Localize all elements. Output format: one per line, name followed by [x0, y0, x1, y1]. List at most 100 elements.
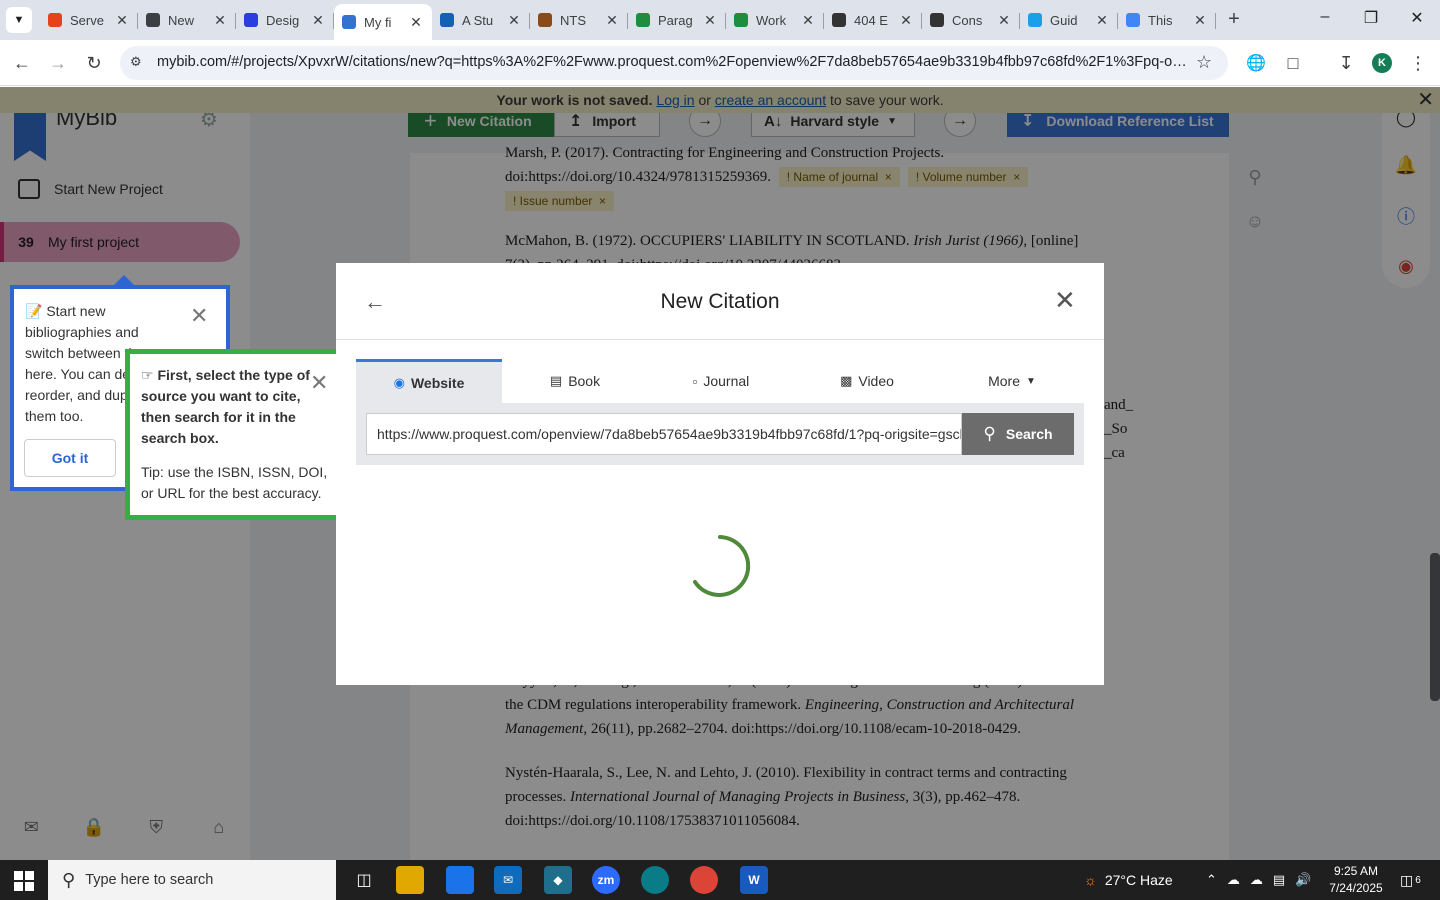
ring-icon: [930, 13, 944, 27]
taskbar-search[interactable]: ⚲ Type here to search: [48, 860, 336, 900]
close-tab-icon[interactable]: ✕: [212, 12, 228, 29]
tab-journal[interactable]: ▫ Journal: [648, 359, 794, 403]
book-icon: ▤: [549, 373, 563, 388]
search-input[interactable]: https://www.proquest.com/openview/7da8be…: [366, 413, 962, 455]
loading-spinner: [693, 535, 751, 597]
profile-avatar[interactable]: K: [1372, 53, 1392, 73]
close-tab-icon[interactable]: ✕: [114, 12, 130, 29]
search-button[interactable]: ⚲ Search: [962, 413, 1074, 455]
weather-widget[interactable]: ☼ 27°C Haze: [1084, 860, 1173, 900]
task-view-icon[interactable]: ◫: [350, 866, 378, 894]
file-explorer-icon[interactable]: [396, 866, 424, 894]
tab-title: My fi: [364, 14, 392, 30]
browser-tab[interactable]: Guid ✕: [1020, 4, 1118, 36]
taskbar-search-placeholder: Type here to search: [85, 872, 214, 888]
circle-arrow-icon: [1028, 13, 1042, 27]
mail-app-icon[interactable]: ✉: [494, 866, 522, 894]
close-tab-icon[interactable]: ✕: [800, 12, 816, 29]
system-tray[interactable]: ⌃ ☁ ☁ ▤ 🔊: [1206, 860, 1311, 900]
browser-tab[interactable]: 404 E ✕: [824, 4, 922, 36]
close-tab-icon[interactable]: ✕: [604, 12, 620, 29]
pointing-hand-icon: ☞: [141, 367, 154, 383]
browser-tab[interactable]: A Stu ✕: [432, 4, 530, 36]
url-text[interactable]: mybib.com/#/projects/XpvxrW/citations/ne…: [157, 54, 1187, 70]
tab-website[interactable]: ◉ Website: [356, 359, 502, 403]
browser-tab[interactable]: NTS ✕: [530, 4, 628, 36]
cloud-icon: ☁: [1226, 872, 1240, 887]
tab-more[interactable]: More ▼: [940, 359, 1084, 403]
chevron-up-icon: ⌃: [1206, 872, 1217, 887]
close-tab-icon[interactable]: ✕: [408, 14, 424, 31]
close-tab-icon[interactable]: ✕: [1094, 12, 1110, 29]
close-tab-icon[interactable]: ✕: [898, 12, 914, 29]
restore-button[interactable]: ❐: [1356, 8, 1386, 28]
divider: [336, 339, 1104, 340]
browser-tab[interactable]: Cons ✕: [922, 4, 1020, 36]
tab-title: Work: [756, 12, 787, 28]
extensions-icon[interactable]: □: [1281, 51, 1305, 75]
globe-icon: [146, 13, 160, 27]
search-icon: ⚲: [62, 869, 76, 890]
network-icon: ▤: [1272, 872, 1286, 887]
zoom-icon[interactable]: zm: [592, 866, 620, 894]
notifications-button[interactable]: ◫ 6: [1400, 860, 1421, 900]
close-icon[interactable]: ✕: [1054, 285, 1076, 316]
browser-tab[interactable]: Serve ✕: [40, 4, 138, 36]
store-icon[interactable]: [446, 866, 474, 894]
got-it-button[interactable]: Got it: [24, 439, 116, 477]
tab-title: Desig: [266, 12, 300, 28]
source-type-tabs: ◉ Website ▤ Book ▫ Journal ▩ Video More …: [356, 359, 1084, 403]
translate-icon[interactable]: 🌐: [1244, 51, 1268, 75]
note-icon: 📝: [25, 303, 43, 319]
browser-tab[interactable]: Work ✕: [726, 4, 824, 36]
weather-text: 27°C Haze: [1104, 872, 1173, 888]
notification-count: 6: [1415, 874, 1421, 886]
new-tab-button[interactable]: +: [1222, 8, 1246, 31]
site-info-icon[interactable]: ⚙: [130, 54, 142, 70]
close-window-button[interactable]: ✕: [1402, 8, 1432, 28]
tab-video[interactable]: ▩ Video: [794, 359, 940, 403]
close-tab-icon[interactable]: ✕: [1192, 12, 1208, 29]
minimize-button[interactable]: –: [1310, 8, 1340, 26]
reload-icon[interactable]: ↻: [82, 51, 106, 75]
word-icon[interactable]: W: [740, 866, 768, 894]
bookmark-icon: [342, 15, 356, 29]
address-bar[interactable]: ⚙ mybib.com/#/projects/XpvxrW/citations/…: [120, 46, 1228, 80]
tab-title: A Stu: [462, 12, 494, 28]
clock-time: 9:25 AM: [1333, 864, 1379, 878]
browser-tab[interactable]: New ✕: [138, 4, 236, 36]
browser-tab[interactable]: Parag ✕: [628, 4, 726, 36]
close-tab-icon[interactable]: ✕: [506, 12, 522, 29]
windows-taskbar: ⚲ Type here to search ◫ ✉ ◆ zm W ☼ 27°C …: [0, 860, 1440, 900]
windows-start-icon[interactable]: [14, 871, 34, 891]
edge-icon[interactable]: [641, 866, 669, 894]
google-icon: [1126, 13, 1140, 27]
chrome-taskbar-icon[interactable]: [690, 866, 718, 894]
forward-icon[interactable]: →: [46, 51, 70, 75]
browser-tab[interactable]: This ✕: [1118, 4, 1216, 36]
close-icon[interactable]: ✕: [190, 303, 208, 329]
browser-tab-strip: ▼ Serve ✕ New ✕ Desig ✕ My fi ✕ A Stu ✕ NTS ✕ Parag ✕…: [0, 0, 1440, 40]
tab-search-button[interactable]: ▼: [6, 7, 32, 33]
tab-book[interactable]: ▤ Book: [502, 359, 648, 403]
app-diamond-icon[interactable]: ◆: [544, 866, 572, 894]
onedrive-icon: ☁: [1249, 872, 1263, 887]
clock[interactable]: 9:25 AM 7/24/2025: [1318, 863, 1394, 897]
close-icon[interactable]: ✕: [310, 370, 328, 396]
close-tab-icon[interactable]: ✕: [702, 12, 718, 29]
star-icon[interactable]: ☆: [1196, 52, 1212, 73]
close-tab-icon[interactable]: ✕: [310, 12, 326, 29]
tab-label: Video: [858, 373, 894, 389]
tab-title: This: [1148, 12, 1173, 28]
close-tab-icon[interactable]: ✕: [996, 12, 1012, 29]
globe-icon: ◉: [393, 374, 405, 390]
back-icon[interactable]: ←: [10, 51, 34, 75]
notification-icon: ◫: [1400, 871, 1414, 888]
browser-tab[interactable]: My fi ✕: [334, 4, 432, 40]
menu-dots-icon[interactable]: ⋮: [1406, 51, 1430, 75]
browser-tab[interactable]: Desig ✕: [236, 4, 334, 36]
new-citation-modal: ← New Citation ✕ ◉ Website ▤ Book ▫ Jour…: [336, 263, 1104, 685]
source-tooltip-text: ☞ First, select the type of source you w…: [141, 365, 321, 449]
download-icon[interactable]: ↧: [1334, 51, 1358, 75]
search-icon: ⚲: [983, 424, 996, 443]
